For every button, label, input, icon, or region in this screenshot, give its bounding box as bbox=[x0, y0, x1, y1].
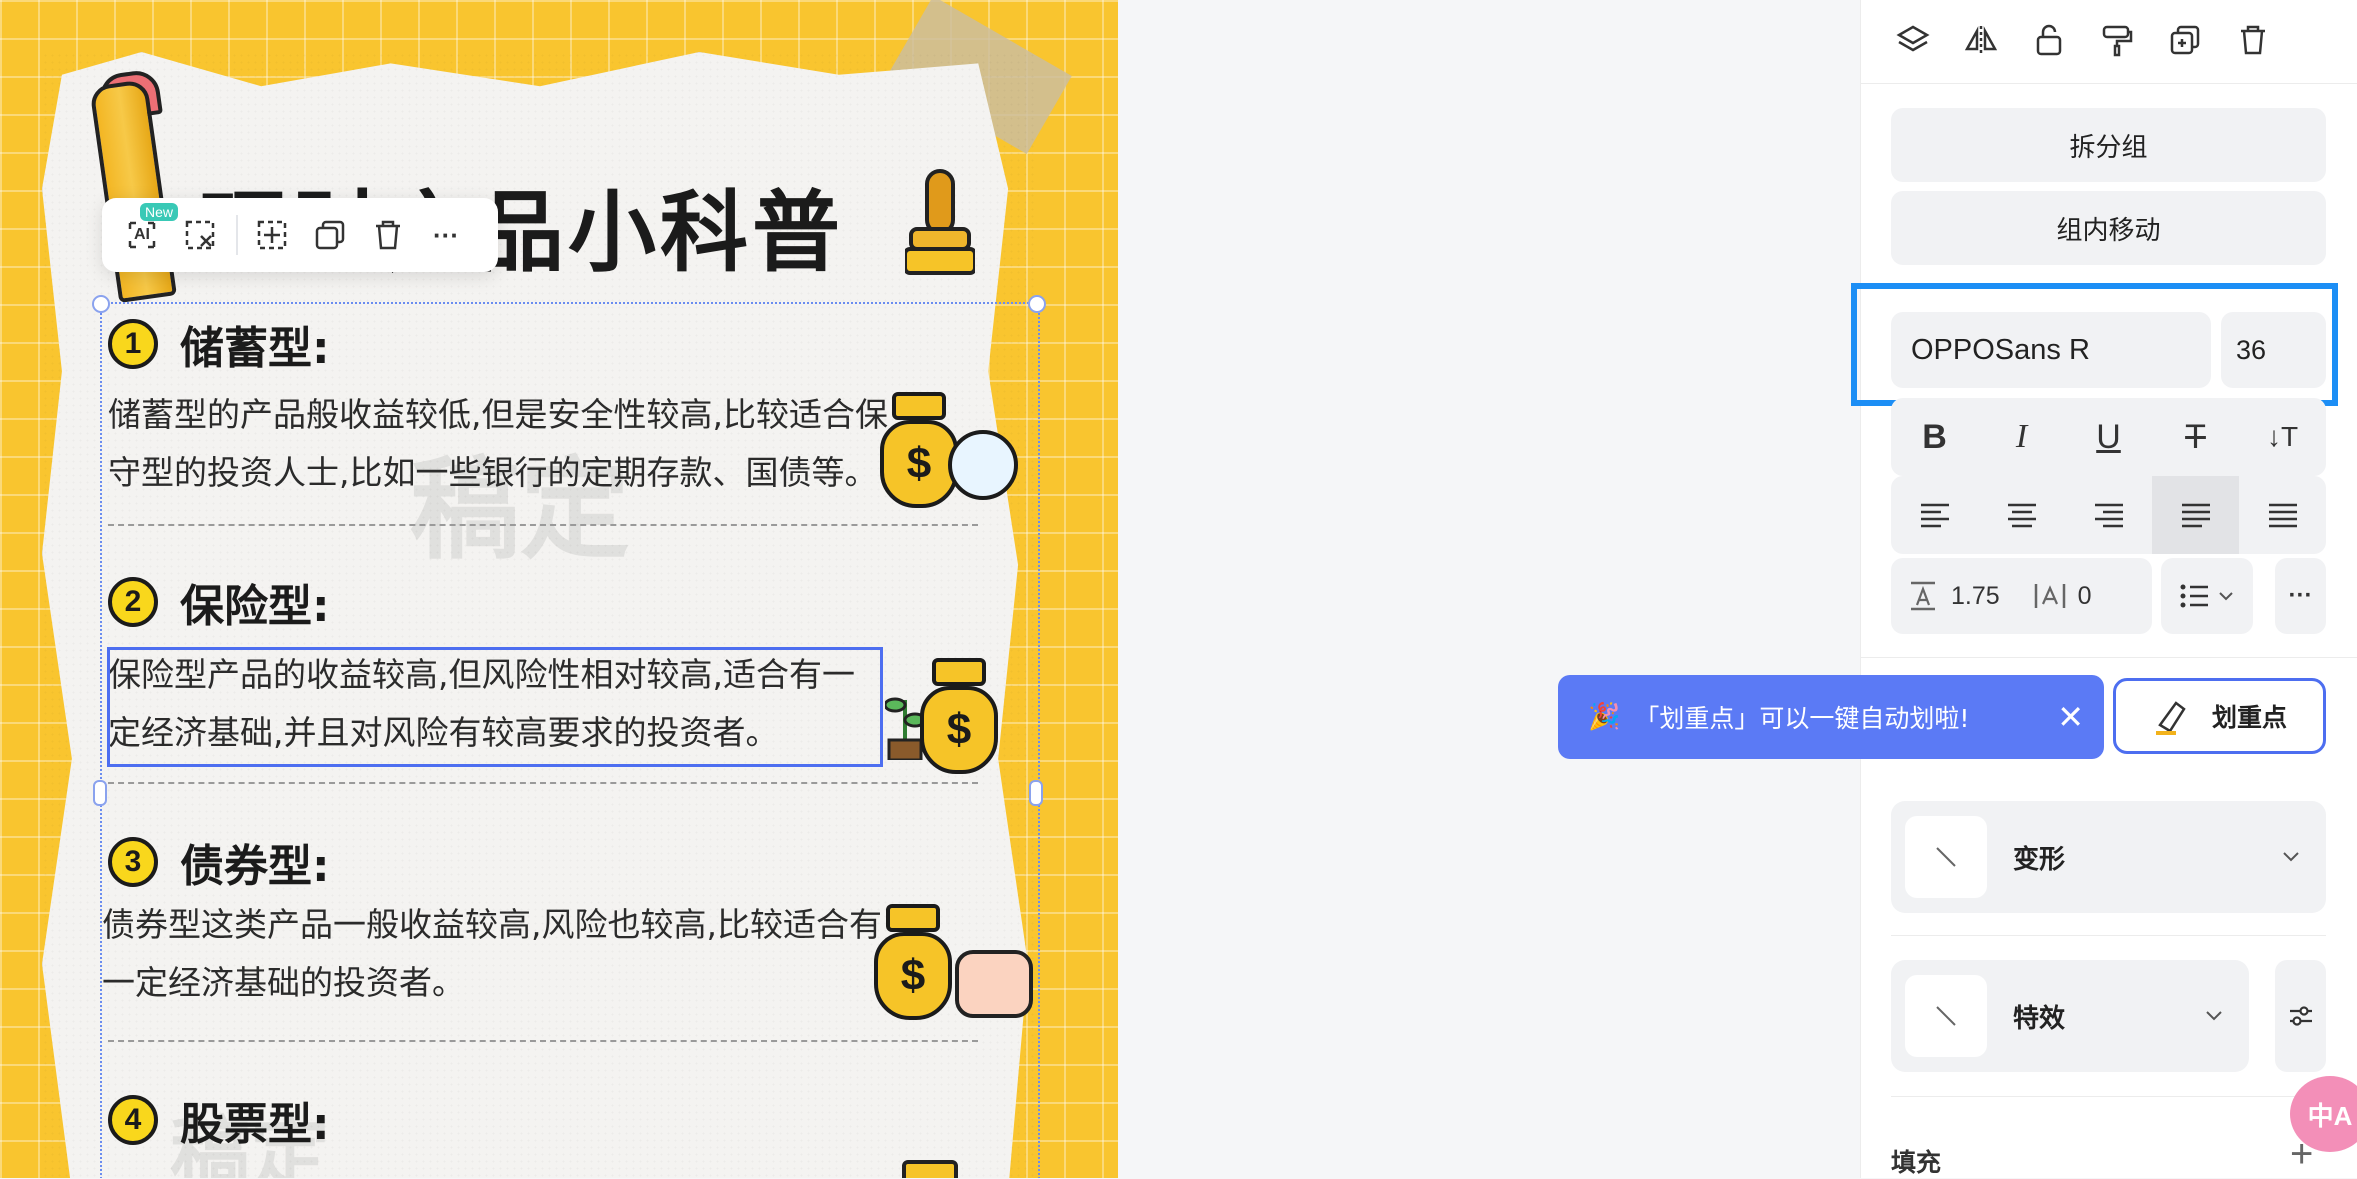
list-style-select[interactable] bbox=[2161, 558, 2253, 634]
delete-button[interactable] bbox=[364, 211, 412, 259]
copy-icon bbox=[315, 220, 345, 250]
align-center-button[interactable] bbox=[1978, 476, 2065, 554]
duplicate-button[interactable] bbox=[306, 211, 354, 259]
none-icon bbox=[1936, 847, 1956, 867]
align-left-button[interactable] bbox=[1891, 476, 1978, 554]
strikethrough-button[interactable]: T bbox=[2152, 398, 2239, 476]
align-right-icon bbox=[2094, 503, 2123, 528]
flip-button[interactable] bbox=[1962, 21, 2000, 59]
more-options-button[interactable]: ··· bbox=[2275, 558, 2326, 634]
none-icon bbox=[1936, 1006, 1956, 1026]
design-canvas[interactable]: 稿定 稿定 理财产品小科普 1 储蓄型: 储蓄型的产品般收益较低,但是安全性较高… bbox=[0, 0, 1118, 1178]
move-button[interactable] bbox=[248, 211, 296, 259]
align-center-icon bbox=[2007, 503, 2036, 528]
letter-spacing-value[interactable]: 0 bbox=[2078, 582, 2092, 611]
underline-button[interactable]: U bbox=[2065, 398, 2152, 476]
bold-button[interactable]: B bbox=[1891, 398, 1978, 476]
unlock-icon bbox=[2036, 24, 2062, 56]
remove-background-button[interactable] bbox=[176, 211, 224, 259]
resize-handle[interactable] bbox=[1029, 780, 1043, 806]
resize-handle[interactable] bbox=[93, 780, 107, 806]
transform-label: 变形 bbox=[2013, 844, 2066, 875]
lock-button[interactable] bbox=[2030, 21, 2068, 59]
chevron-down-icon bbox=[2219, 592, 2233, 601]
floating-toolbar: AI New ··· bbox=[102, 198, 498, 272]
duplicate-button[interactable] bbox=[2166, 21, 2204, 59]
move-in-group-button[interactable]: 组内移动 bbox=[1891, 191, 2326, 265]
layers-icon bbox=[1896, 25, 1930, 52]
resize-handle[interactable] bbox=[1028, 295, 1046, 313]
flip-icon bbox=[1964, 26, 1998, 54]
toolbar-separator bbox=[236, 215, 238, 255]
copy-icon bbox=[2170, 25, 2200, 55]
distribute-button[interactable] bbox=[2239, 476, 2326, 554]
distribute-icon bbox=[2268, 503, 2297, 528]
more-icon: ··· bbox=[433, 219, 459, 250]
crop-remove-icon bbox=[185, 220, 215, 250]
effect-settings-button[interactable] bbox=[2275, 960, 2326, 1072]
highlight-annotation-box bbox=[1851, 283, 2338, 406]
highlight-tip-banner: 🎉 「划重点」可以一键自动划啦! ✕ bbox=[1558, 675, 2104, 759]
justify-icon bbox=[2181, 503, 2210, 528]
transform-card[interactable]: 变形 bbox=[1891, 801, 2326, 913]
align-right-button[interactable] bbox=[2065, 476, 2152, 554]
spacing-controls: 1.75 0 bbox=[1891, 558, 2152, 634]
effects-card[interactable]: 特效 bbox=[1891, 960, 2249, 1072]
panel-toolbar bbox=[1860, 0, 2357, 80]
letter-spacing-icon bbox=[2034, 584, 2065, 608]
delete-button[interactable] bbox=[2234, 21, 2272, 59]
format-painter-icon bbox=[2102, 25, 2133, 57]
party-popper-icon: 🎉 bbox=[1588, 702, 1621, 732]
align-left-icon bbox=[1920, 503, 1949, 528]
text-style-row: B I U T ↓T bbox=[1891, 398, 2326, 476]
chevron-down-icon bbox=[2206, 1011, 2222, 1021]
highlight-button[interactable]: 划重点 bbox=[2113, 678, 2326, 754]
resize-handle[interactable] bbox=[92, 295, 110, 313]
fill-section-title: 填充 bbox=[1891, 1148, 1942, 1177]
line-height-icon bbox=[1911, 581, 1935, 611]
justify-button[interactable] bbox=[2152, 476, 2239, 554]
tip-text: 「划重点」可以一键自动划啦! bbox=[1634, 704, 1970, 733]
highlighter-icon bbox=[2155, 701, 2186, 735]
chevron-down-icon bbox=[2283, 852, 2299, 862]
list-icon bbox=[2180, 584, 2208, 608]
panel-divider bbox=[1891, 935, 2326, 936]
ungroup-button[interactable]: 拆分组 bbox=[1891, 108, 2326, 182]
ai-button[interactable]: AI New bbox=[118, 203, 179, 259]
panel-divider bbox=[1860, 657, 2357, 658]
more-button[interactable]: ··· bbox=[422, 211, 470, 259]
move-icon bbox=[257, 220, 287, 250]
sliders-icon bbox=[2289, 1006, 2312, 1026]
effects-label: 特效 bbox=[2013, 1003, 2066, 1034]
format-painter-button[interactable] bbox=[2098, 21, 2136, 59]
line-height-value[interactable]: 1.75 bbox=[1951, 582, 2000, 611]
italic-button[interactable]: I bbox=[1978, 398, 2065, 476]
highlight-label: 划重点 bbox=[2211, 703, 2287, 732]
trash-icon bbox=[376, 220, 400, 250]
panel-divider bbox=[1860, 83, 2357, 84]
text-selection-box[interactable] bbox=[107, 647, 883, 767]
stamp-icon[interactable] bbox=[905, 165, 975, 285]
none-swatch bbox=[1905, 816, 1987, 898]
vertical-text-button[interactable]: ↓T bbox=[2239, 398, 2326, 476]
layers-button[interactable] bbox=[1894, 21, 1932, 59]
align-row bbox=[1891, 476, 2326, 554]
none-swatch bbox=[1905, 975, 1987, 1057]
new-badge: New bbox=[140, 203, 179, 221]
panel-divider bbox=[1891, 1096, 2326, 1097]
trash-icon bbox=[2241, 25, 2265, 55]
close-icon[interactable]: ✕ bbox=[2057, 698, 2084, 736]
